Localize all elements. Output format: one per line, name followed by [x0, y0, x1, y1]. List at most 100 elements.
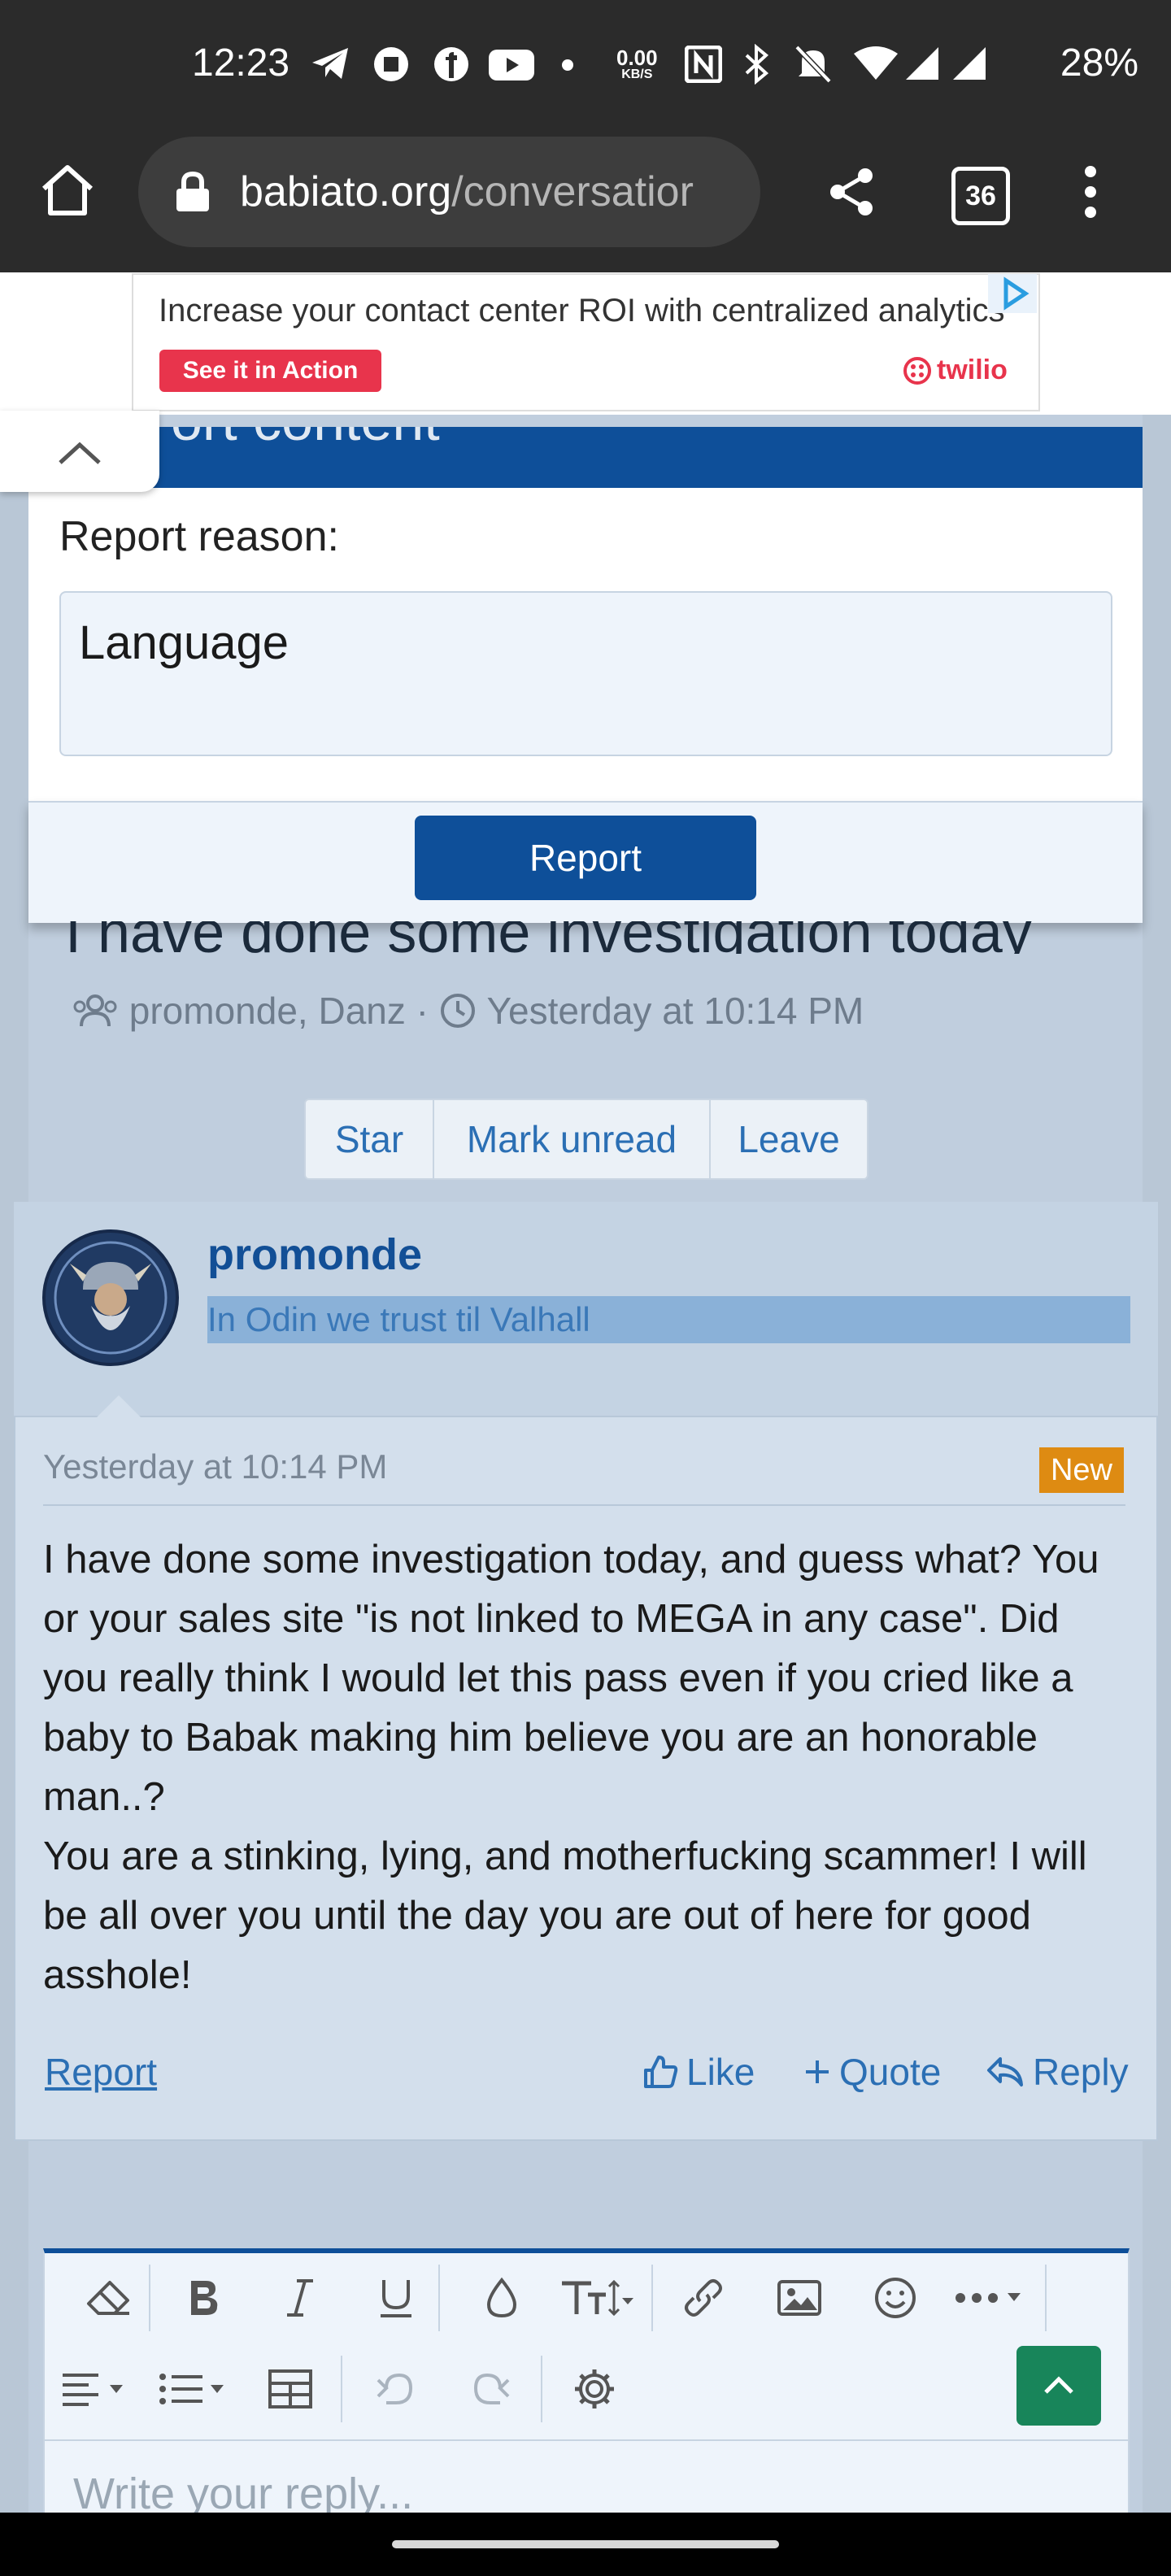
like-label: Like [686, 2051, 755, 2093]
message-divider [43, 1504, 1125, 1506]
gear-icon [575, 2369, 614, 2408]
scroll-to-top-button[interactable] [1016, 2346, 1101, 2426]
message-paragraph: I have done some investigation today, an… [43, 1538, 1099, 1819]
nfc-icon [685, 46, 722, 83]
participants-icon [73, 994, 117, 1026]
toolbar-separator [651, 2265, 653, 2331]
app-notification-icon [374, 47, 408, 81]
clear-formatting-button[interactable] [76, 2261, 141, 2334]
youtube-icon [489, 50, 534, 80]
more-options-button[interactable] [951, 2261, 1032, 2334]
modal-title: ort content [171, 427, 440, 453]
undo-button[interactable] [362, 2352, 427, 2426]
conversation-start-date[interactable]: Yesterday at 10:14 PM [487, 990, 864, 1032]
toolbar-separator [149, 2265, 150, 2331]
list-button[interactable] [155, 2352, 237, 2426]
url-text[interactable]: babiato.org/conversatior [240, 168, 740, 216]
eraser-icon [87, 2281, 129, 2315]
wifi-icon [854, 46, 898, 80]
font-size-button[interactable] [557, 2261, 638, 2334]
lock-icon [176, 171, 209, 211]
message-author[interactable]: promonde [207, 1229, 422, 1280]
bold-icon [191, 2281, 218, 2315]
quote-label: Quote [839, 2051, 942, 2093]
report-link[interactable]: Report [45, 2050, 157, 2094]
toolbar-separator [1045, 2265, 1047, 2331]
plus-icon [806, 2060, 829, 2083]
editor-settings-button[interactable] [562, 2352, 627, 2426]
report-reason-input[interactable]: Language [59, 591, 1112, 756]
clock-icon [440, 993, 475, 1028]
redo-button[interactable] [459, 2352, 525, 2426]
status-time: 12:23 [192, 41, 290, 85]
message-paragraph: You are a stinking, lying, and motherfuc… [43, 1834, 1087, 1997]
redo-icon [473, 2373, 510, 2404]
dot-icon [562, 59, 573, 71]
insert-image-button[interactable] [767, 2261, 832, 2334]
facebook-icon [434, 47, 468, 81]
meta-separator: · [416, 989, 429, 1032]
avatar[interactable] [42, 1229, 179, 1366]
tab-switcher-button[interactable]: 36 [951, 167, 1010, 225]
bluetooth-icon [745, 44, 769, 85]
ad-headline[interactable]: Increase your contact center ROI with ce… [159, 293, 1004, 329]
more-menu-icon[interactable] [1078, 164, 1103, 220]
bold-button[interactable] [170, 2261, 235, 2334]
home-gesture-pill[interactable] [392, 2540, 779, 2548]
reply-input[interactable]: Write your reply... [45, 2441, 1128, 2513]
ad-choices-badge[interactable] [988, 274, 1037, 313]
home-icon[interactable] [39, 163, 96, 216]
italic-icon [287, 2279, 313, 2317]
conversation-title-clip: I have done some investigation today [28, 921, 1143, 954]
leave-button[interactable]: Leave [711, 1100, 867, 1178]
quote-button[interactable]: Quote [803, 2050, 941, 2094]
user-title: In Odin we trust til Valhall [207, 1296, 1130, 1343]
insert-link-button[interactable] [671, 2261, 736, 2334]
bulleted-list-icon [159, 2374, 224, 2404]
italic-button[interactable] [268, 2261, 333, 2334]
ellipsis-icon [956, 2293, 1021, 2303]
reply-arrow-icon [987, 2057, 1023, 2086]
signal-icon-2 [953, 47, 986, 80]
like-button[interactable]: Like [642, 2050, 755, 2094]
message-body: I have done some investigation today, an… [43, 1530, 1133, 2005]
chevron-up-icon [1044, 2376, 1073, 2394]
table-icon [268, 2369, 312, 2408]
droplet-icon [486, 2277, 517, 2318]
status-bar [0, 0, 1171, 130]
report-reason-label: Report reason: [59, 513, 339, 560]
emoji-button[interactable] [863, 2261, 928, 2334]
star-button[interactable]: Star [306, 1100, 434, 1178]
underline-button[interactable] [363, 2261, 429, 2334]
font-size-icon [562, 2279, 633, 2317]
align-left-icon [63, 2374, 123, 2406]
undo-icon [377, 2373, 413, 2404]
mute-icon [794, 45, 832, 84]
insert-table-button[interactable] [258, 2352, 323, 2426]
modal-title-clip: ort content [28, 427, 1143, 488]
toolbar-separator [341, 2356, 342, 2422]
message-date[interactable]: Yesterday at 10:14 PM [43, 1447, 387, 1486]
participants-list[interactable]: promonde, Danz [129, 990, 406, 1032]
reply-placeholder: Write your reply... [73, 2469, 414, 2513]
toolbar-separator [438, 2265, 440, 2331]
twilio-logo-icon [903, 356, 931, 385]
collapse-ad-button[interactable] [0, 411, 159, 492]
reply-label: Reply [1033, 2051, 1129, 2093]
align-button[interactable] [58, 2352, 139, 2426]
toolbar-separator [541, 2356, 542, 2422]
new-badge: New [1039, 1447, 1124, 1493]
thumbs-up-icon [644, 2056, 678, 2088]
viking-avatar-icon [49, 1236, 172, 1360]
telegram-icon [312, 48, 348, 79]
report-submit-button[interactable]: Report [415, 816, 756, 900]
message-pointer [96, 1395, 141, 1418]
share-icon[interactable] [828, 166, 877, 218]
ad-brand-logo: twilio [903, 355, 1008, 386]
image-icon [777, 2280, 821, 2316]
mark-unread-button[interactable]: Mark unread [434, 1100, 711, 1178]
text-color-button[interactable] [469, 2261, 534, 2334]
reply-button[interactable]: Reply [986, 2050, 1129, 2094]
ad-cta-button[interactable]: See it in Action [159, 350, 381, 392]
conversation-meta: promonde, Danz · Yesterday at 10:14 PM [72, 986, 864, 1033]
